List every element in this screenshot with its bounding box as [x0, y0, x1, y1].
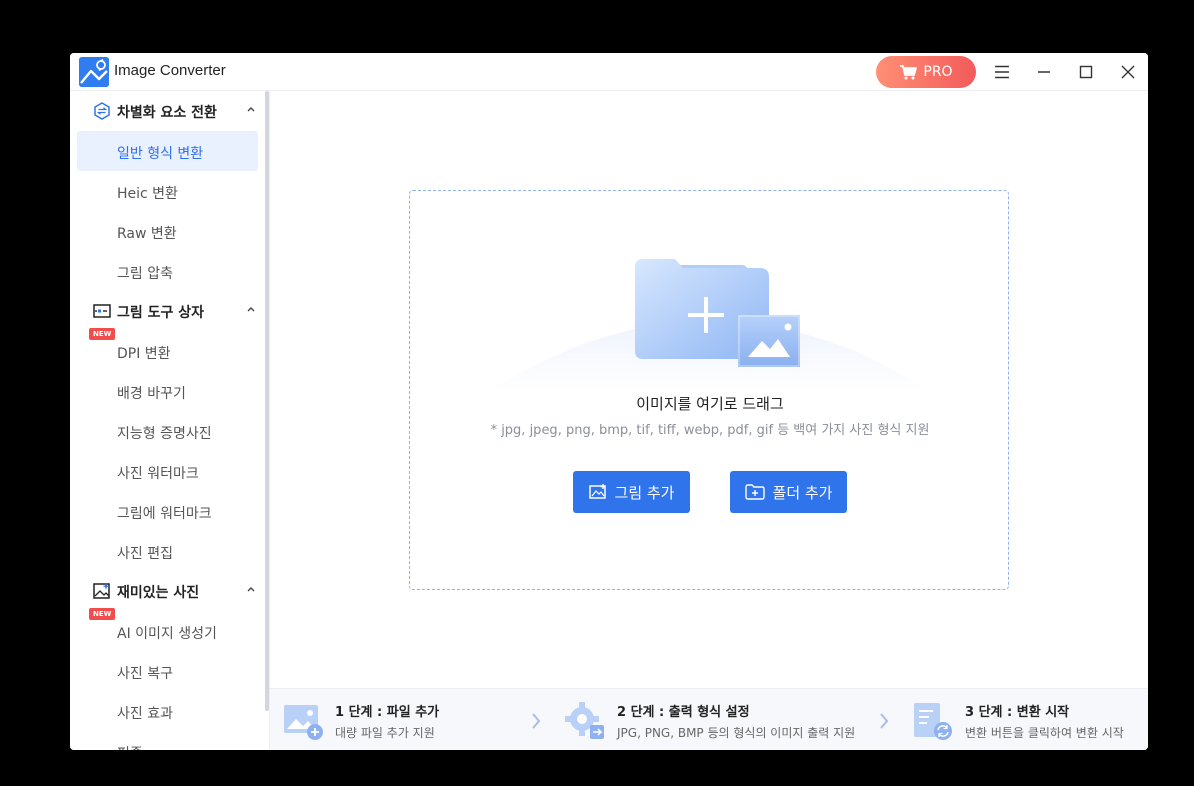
sidebar-item-label: 지능형 증명사진	[117, 426, 212, 442]
add-image-button[interactable]: 그림 추가	[573, 471, 690, 513]
sidebar-item-heic[interactable]: Heic 변환	[77, 171, 258, 211]
settings-gear-icon	[565, 702, 604, 739]
new-badge: NEW	[89, 608, 116, 620]
main-content: 이미지를 여기로 드래그 * jpg, jpeg, png, bmp, tif,…	[270, 91, 1148, 688]
step-2-title: 2 단계 : 출력 형식 설정	[617, 705, 750, 720]
sidebar-group-convert[interactable]: 차별화 요소 전환	[70, 91, 265, 131]
chevron-up-icon	[247, 587, 255, 592]
drop-zone-title: 이미지를 여기로 드래그	[636, 395, 784, 413]
add-image-icon	[588, 484, 606, 499]
sidebar-item-photo-watermark[interactable]: 사진 워터마크	[77, 451, 258, 491]
chevron-right-icon	[532, 713, 541, 729]
sidebar-item-label: AI 이미지 생성기	[117, 626, 217, 642]
add-folder-button[interactable]: 폴더 추가	[730, 471, 847, 513]
sidebar-item-label: Heic 변환	[117, 186, 178, 202]
sidebar-item-label: 일반 형식 변환	[117, 146, 204, 162]
pro-label: PRO	[923, 64, 953, 80]
app-window: Image Converter PRO 차별화 요소 전환 일반 형식 변환 H…	[70, 53, 1148, 750]
folder-add-image-icon	[490, 259, 930, 391]
close-icon[interactable]	[1116, 60, 1140, 84]
chevron-up-icon	[247, 307, 255, 312]
sidebar-group-label: 그림 도구 상자	[117, 305, 205, 321]
toolbox-icon	[93, 304, 111, 318]
sidebar-item-id-photo[interactable]: 지능형 증명사진	[77, 411, 258, 451]
sidebar-item-puzzle[interactable]: 퍼즐	[77, 731, 258, 750]
sidebar-item-label: Raw 변환	[117, 226, 177, 242]
minimize-icon[interactable]	[1032, 60, 1056, 84]
add-folder-label: 폴더 추가	[772, 483, 833, 502]
sidebar-scrollbar[interactable]	[265, 91, 269, 711]
step-3-subtitle: 변환 버튼을 클릭하여 변환 시작	[965, 726, 1124, 740]
sidebar-item-label: 퍼즐	[117, 743, 143, 750]
add-folder-icon	[744, 484, 765, 500]
cart-icon	[900, 65, 918, 80]
add-image-icon	[284, 705, 323, 740]
sidebar: 차별화 요소 전환 일반 형식 변환 Heic 변환 Raw 변환 그림 압축 …	[70, 91, 270, 750]
sidebar-item-ai-generator[interactable]: NEW AI 이미지 생성기	[77, 608, 258, 651]
step-1-subtitle: 대량 파일 추가 지원	[335, 726, 435, 740]
sidebar-item-label: 사진 편집	[117, 546, 173, 562]
sidebar-item-label: 그림 압축	[117, 266, 173, 282]
add-image-label: 그림 추가	[614, 483, 675, 502]
app-logo-icon	[79, 57, 109, 87]
hamburger-icon[interactable]	[990, 60, 1014, 84]
sidebar-group-label: 차별화 요소 전환	[117, 105, 217, 121]
drop-zone[interactable]: 이미지를 여기로 드래그 * jpg, jpeg, png, bmp, tif,…	[409, 190, 1009, 590]
step-3-title: 3 단계 : 변환 시작	[965, 705, 1070, 720]
sidebar-item-photo-edit[interactable]: 사진 편집	[77, 531, 258, 571]
sidebar-group-label: 재미있는 사진	[117, 585, 200, 601]
chevron-up-icon	[247, 107, 255, 112]
step-1-title: 1 단계 : 파일 추가	[335, 705, 440, 720]
sidebar-item-image-watermark[interactable]: 그림에 워터마크	[77, 491, 258, 531]
sidebar-item-general-convert[interactable]: 일반 형식 변환	[77, 131, 258, 171]
sidebar-item-label: 배경 바꾸기	[117, 386, 186, 402]
sidebar-item-label: 사진 효과	[117, 706, 173, 722]
sidebar-item-label: 사진 워터마크	[117, 466, 199, 482]
pro-upgrade-button[interactable]: PRO	[876, 56, 976, 88]
drop-zone-subtitle: * jpg, jpeg, png, bmp, tif, tiff, webp, …	[490, 423, 930, 438]
photo-sparkle-icon	[93, 583, 110, 599]
step-2-subtitle: JPG, PNG, BMP 등의 형식의 이미지 출력 지원	[617, 726, 856, 740]
new-badge: NEW	[89, 328, 116, 340]
sidebar-item-background[interactable]: 배경 바꾸기	[77, 371, 258, 411]
steps-bar: 1 단계 : 파일 추가 대량 파일 추가 지원 2 단계 : 출력 형식 설정…	[270, 688, 1148, 750]
sidebar-item-label: DPI 변환	[117, 346, 171, 362]
maximize-icon[interactable]	[1074, 60, 1098, 84]
app-title: Image Converter	[114, 62, 226, 79]
sidebar-item-photo-effects[interactable]: 사진 효과	[77, 691, 258, 731]
sidebar-item-label: 사진 복구	[117, 666, 173, 682]
sidebar-item-raw[interactable]: Raw 변환	[77, 211, 258, 251]
convert-icon	[94, 102, 110, 120]
sidebar-item-label: 그림에 워터마크	[117, 506, 212, 522]
sidebar-item-photo-restore[interactable]: 사진 복구	[77, 651, 258, 691]
sidebar-item-compress[interactable]: 그림 압축	[77, 251, 258, 291]
sidebar-group-fun-photos[interactable]: 재미있는 사진	[70, 571, 265, 611]
sidebar-item-dpi[interactable]: NEW DPI 변환	[77, 328, 258, 371]
chevron-right-icon	[880, 713, 889, 729]
convert-document-icon	[914, 703, 952, 740]
sidebar-group-toolbox[interactable]: 그림 도구 상자	[70, 291, 265, 331]
title-bar: Image Converter PRO	[70, 53, 1148, 91]
